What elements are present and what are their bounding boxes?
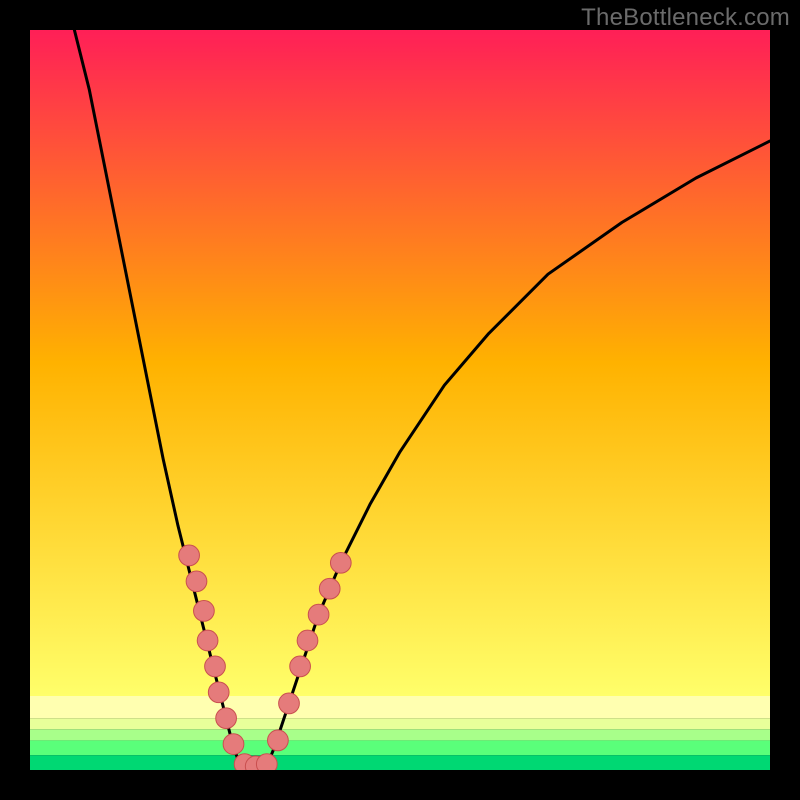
- plot-area: [30, 30, 770, 770]
- watermark-text: TheBottleneck.com: [581, 4, 790, 32]
- marker-point: [256, 754, 277, 770]
- marker-point: [290, 656, 311, 677]
- marker-point: [186, 571, 207, 592]
- marker-point: [179, 545, 200, 566]
- marker-point: [194, 601, 215, 622]
- plot-svg: [30, 30, 770, 770]
- marker-point: [330, 552, 351, 573]
- marker-point: [197, 630, 218, 651]
- background-gradient: [30, 30, 770, 770]
- marker-point: [279, 693, 300, 714]
- marker-point: [208, 682, 229, 703]
- marker-point: [268, 730, 289, 751]
- chart-frame: TheBottleneck.com: [0, 0, 800, 800]
- marker-point: [308, 604, 329, 625]
- marker-point: [319, 578, 340, 599]
- marker-point: [297, 630, 318, 651]
- marker-point: [216, 708, 237, 729]
- marker-point: [205, 656, 226, 677]
- marker-point: [223, 734, 244, 755]
